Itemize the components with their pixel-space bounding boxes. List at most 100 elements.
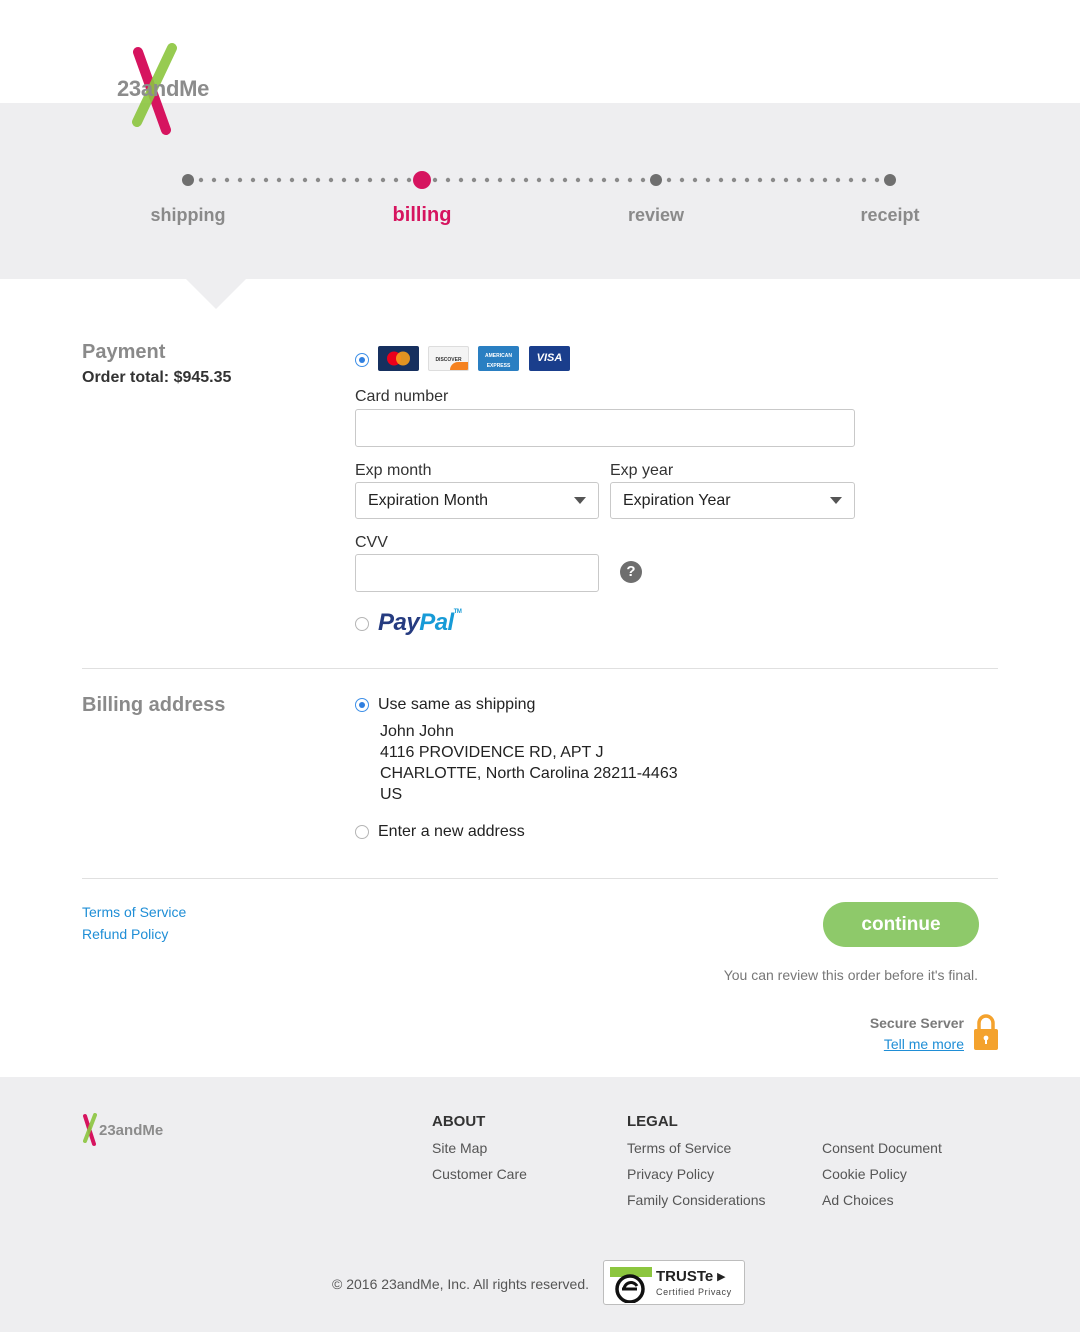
footer-link-cookie[interactable]: Cookie Policy xyxy=(822,1166,907,1182)
progress-dot xyxy=(744,177,750,183)
progress-dot xyxy=(601,177,607,183)
refund-policy-link[interactable]: Refund Policy xyxy=(82,926,168,942)
progress-dot xyxy=(848,177,854,183)
footer xyxy=(0,1077,1080,1332)
help-icon[interactable]: ? xyxy=(620,561,642,583)
card-number-label: Card number xyxy=(355,388,449,405)
exp-month-value: Expiration Month xyxy=(368,492,489,509)
progress-dot xyxy=(731,177,737,183)
progress-dot xyxy=(224,177,230,183)
same-as-shipping-label[interactable]: Use same as shipping xyxy=(378,696,535,714)
exp-month-label: Exp month xyxy=(355,462,432,479)
progress-dot xyxy=(835,177,841,183)
visa-label: VISA xyxy=(536,352,563,364)
step-review: review xyxy=(627,205,685,225)
new-address-label[interactable]: Enter a new address xyxy=(378,823,525,841)
card-number-input[interactable] xyxy=(355,409,855,447)
exp-year-select[interactable]: Expiration Year xyxy=(610,482,855,519)
footer-link-customer-care[interactable]: Customer Care xyxy=(432,1166,527,1182)
progress-dot xyxy=(614,177,620,183)
progress-dot xyxy=(718,177,724,183)
progress-dot xyxy=(588,177,594,183)
paypal-part1: Pay xyxy=(378,609,420,636)
progress-step-marker xyxy=(182,174,194,186)
discover-icon: DISCOVER xyxy=(428,346,469,371)
chevron-down-icon xyxy=(830,497,842,504)
progress-dot xyxy=(380,177,386,183)
progress-dot xyxy=(575,177,581,183)
progress-dot xyxy=(692,177,698,183)
address-city: CHARLOTTE, North Carolina 28211-4463 xyxy=(380,765,678,782)
footer-logo-text[interactable]: 23andMe xyxy=(99,1122,163,1139)
step-billing: billing xyxy=(392,204,452,226)
terms-of-service-link[interactable]: Terms of Service xyxy=(82,904,186,920)
progress-dot xyxy=(562,177,568,183)
truste-name: TRUSTe ▸ xyxy=(656,1268,725,1285)
truste-badge[interactable]: TRUSTe ▸ Certified Privacy xyxy=(603,1260,745,1305)
paypal-part2: Pal xyxy=(419,609,454,636)
visa-icon: VISA xyxy=(529,346,570,371)
truste-seal-icon xyxy=(610,1267,652,1303)
billing-title: Billing address xyxy=(82,694,226,716)
progress-dot xyxy=(250,177,256,183)
progress-dot xyxy=(263,177,269,183)
new-address-radio[interactable] xyxy=(355,825,369,839)
tell-me-more-link[interactable]: Tell me more xyxy=(820,1036,964,1052)
progress-dot xyxy=(536,177,542,183)
footer-link-family[interactable]: Family Considerations xyxy=(627,1192,766,1208)
progress-dot xyxy=(471,177,477,183)
paypal-logo: PayPalTM xyxy=(378,609,462,637)
progress-dot xyxy=(640,177,646,183)
lock-icon xyxy=(974,1014,998,1050)
exp-month-select[interactable]: Expiration Month xyxy=(355,482,599,519)
same-as-shipping-radio[interactable] xyxy=(355,698,369,712)
progress-dot xyxy=(211,177,217,183)
progress-dot xyxy=(874,177,880,183)
progress-dot xyxy=(705,177,711,183)
exp-year-label: Exp year xyxy=(610,462,674,479)
paypal-radio[interactable] xyxy=(355,617,369,631)
progress-dot xyxy=(302,177,308,183)
footer-link-consent[interactable]: Consent Document xyxy=(822,1140,942,1156)
progress-dot xyxy=(237,177,243,183)
progress-dot xyxy=(393,177,399,183)
footer-link-terms[interactable]: Terms of Service xyxy=(627,1140,731,1156)
progress-dot xyxy=(341,177,347,183)
amex-label: AMERICAN EXPRESS xyxy=(485,353,512,369)
progress-dot xyxy=(770,177,776,183)
footer-legal-heading: LEGAL xyxy=(627,1113,678,1130)
cvv-label: CVV xyxy=(355,534,388,551)
section-divider xyxy=(82,878,998,879)
secure-server-title: Secure Server xyxy=(869,1015,964,1031)
progress-dot xyxy=(822,177,828,183)
progress-dot xyxy=(523,177,529,183)
truste-subtitle: Certified Privacy xyxy=(656,1287,732,1297)
footer-logo-icon[interactable] xyxy=(82,1113,98,1147)
progress-dot xyxy=(783,177,789,183)
logo-text[interactable]: 23andMe xyxy=(117,76,209,102)
progress-dot xyxy=(679,177,685,183)
footer-about-heading: ABOUT xyxy=(432,1113,486,1130)
step-pointer xyxy=(186,279,246,309)
cvv-input[interactable] xyxy=(355,554,599,592)
mastercard-icon xyxy=(378,346,419,371)
card-radio[interactable] xyxy=(355,353,369,367)
progress-dot xyxy=(198,177,204,183)
progress-step-marker xyxy=(884,174,896,186)
truste-name-text: TRUSTe xyxy=(656,1268,714,1285)
progress-step-marker xyxy=(650,174,662,186)
continue-button[interactable]: continue xyxy=(823,902,979,947)
progress-dot xyxy=(354,177,360,183)
progress-dot xyxy=(432,177,438,183)
footer-link-ad-choices[interactable]: Ad Choices xyxy=(822,1192,894,1208)
paypal-tm: TM xyxy=(453,609,462,615)
payment-title: Payment xyxy=(82,341,166,363)
exp-year-value: Expiration Year xyxy=(623,492,731,509)
footer-link-site-map[interactable]: Site Map xyxy=(432,1140,487,1156)
footer-link-privacy[interactable]: Privacy Policy xyxy=(627,1166,714,1182)
section-divider xyxy=(82,668,998,669)
progress-dot xyxy=(497,177,503,183)
progress-dot xyxy=(484,177,490,183)
progress-dot xyxy=(445,177,451,183)
progress-dot xyxy=(666,177,672,183)
